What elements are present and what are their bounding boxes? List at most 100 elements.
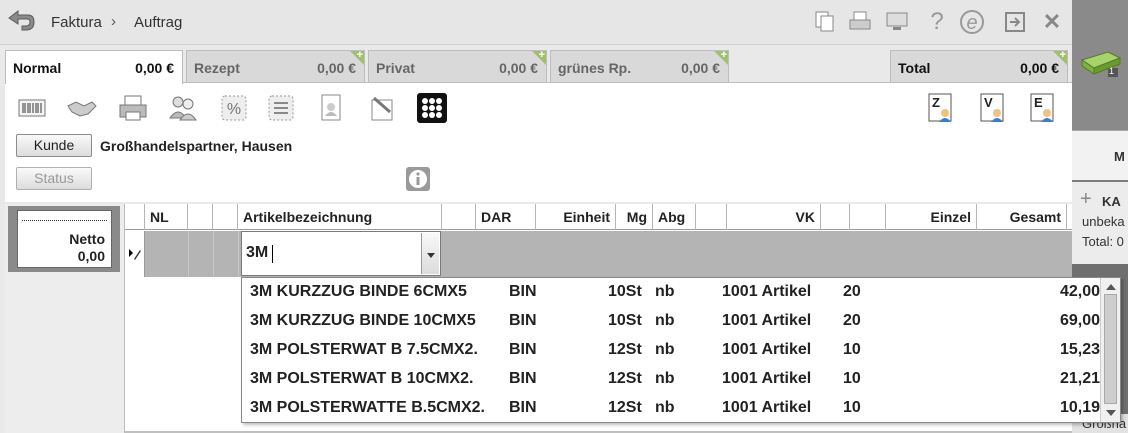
- total-label: Total: [898, 60, 931, 76]
- exit-window-icon[interactable]: [1003, 10, 1027, 34]
- register-badge: 1: [1109, 66, 1115, 76]
- status-button[interactable]: Status: [16, 167, 92, 190]
- cash-register-icon[interactable]: [1078, 42, 1124, 78]
- article-search-input[interactable]: 3M: [246, 244, 268, 262]
- back-arrow-icon[interactable]: [6, 8, 36, 34]
- side-total-text: Total: 0: [1082, 234, 1124, 249]
- z-person-icon[interactable]: Z: [925, 92, 957, 124]
- tab-value: 0,00 €: [499, 60, 538, 76]
- chevron-down-icon[interactable]: [421, 233, 439, 274]
- item-einheit: 12St: [608, 341, 642, 358]
- tab-label: Rezept: [194, 60, 240, 76]
- row-sep: [188, 231, 189, 277]
- dropdown-scrollbar[interactable]: [1100, 278, 1120, 422]
- side-panel-header: M: [1072, 130, 1128, 180]
- column-header-gesamt[interactable]: Gesamt: [977, 204, 1067, 230]
- item-dar: BIN: [509, 399, 537, 416]
- tab-plus-icon[interactable]: +: [539, 49, 545, 61]
- tab-plus-icon[interactable]: +: [1060, 49, 1066, 61]
- list-item[interactable]: 3M POLSTERWAT B 7.5CMX2. BIN 12St nb 100…: [242, 336, 1100, 365]
- document-person-icon[interactable]: [316, 92, 348, 124]
- total-tab: + Total 0,00 €: [890, 49, 1068, 82]
- pen-document-icon[interactable]: [366, 92, 398, 124]
- grid-header: NL Artikelbezeichnung DAR Einheit Mg Abg…: [125, 204, 1072, 230]
- top-bar: Faktura › Auftrag ? e ✕: [0, 0, 1072, 45]
- item-dar: BIN: [509, 370, 537, 387]
- column-header-blank3: [442, 204, 476, 230]
- column-header-artikelbezeichnung[interactable]: Artikelbezeichnung: [238, 204, 442, 230]
- copy-icon[interactable]: [813, 10, 837, 34]
- z-letter: Z: [932, 95, 940, 110]
- item-price: 15,23: [1059, 341, 1100, 358]
- item-info: 1001 Artikel: [722, 370, 812, 387]
- tab-rezept[interactable]: + Rezept 0,00 €: [186, 49, 365, 82]
- v-person-icon[interactable]: V: [977, 92, 1009, 124]
- item-info: 1001 Artikel: [722, 341, 812, 358]
- item-abg: nb: [655, 341, 675, 358]
- tab-plus-icon[interactable]: +: [721, 49, 727, 61]
- breadcrumb-separator: ›: [111, 13, 116, 30]
- item-name: 3M KURZZUG BINDE 10CMX5: [250, 312, 476, 329]
- list-item[interactable]: 3M POLSTERWAT B 10CMX2. BIN 12St nb 1001…: [242, 365, 1100, 394]
- tab-label: grünes Rp.: [558, 60, 632, 76]
- item-price: 69,00: [1059, 312, 1100, 329]
- print-icon[interactable]: [848, 10, 872, 34]
- item-price: 42,00: [1059, 283, 1100, 300]
- item-abg: nb: [655, 399, 675, 416]
- netto-label: Netto: [69, 231, 105, 247]
- tab-privat[interactable]: + Privat 0,00 €: [368, 49, 547, 82]
- item-code: 20: [843, 312, 861, 329]
- article-search-combobox[interactable]: 3M: [241, 231, 441, 276]
- printer-icon[interactable]: [117, 92, 149, 124]
- customer-name: Großhandelspartner, Hausen: [100, 138, 293, 154]
- column-header-abg[interactable]: Abg: [653, 204, 696, 230]
- monitor-icon[interactable]: [885, 10, 909, 34]
- unbekannt-text: unbeka: [1082, 214, 1125, 229]
- tab-gruenes-rp[interactable]: + grünes Rp. 0,00 €: [550, 49, 729, 82]
- column-header-einzel[interactable]: Einzel: [886, 204, 977, 230]
- netto-notepad: Netto 0,00: [17, 210, 112, 268]
- column-header-einheit[interactable]: Einheit: [536, 204, 616, 230]
- item-info: 1001 Artikel: [722, 283, 812, 300]
- netto-value: 0,00: [77, 248, 105, 264]
- customers-icon[interactable]: [167, 92, 199, 124]
- column-header-dar[interactable]: DAR: [476, 204, 536, 230]
- edition-icon[interactable]: e: [960, 10, 984, 34]
- item-dar: BIN: [509, 312, 537, 329]
- scroll-up-icon[interactable]: [1106, 284, 1116, 290]
- close-icon[interactable]: ✕: [1040, 10, 1064, 34]
- kunde-button[interactable]: Kunde: [16, 134, 92, 157]
- discount-icon[interactable]: %: [218, 92, 250, 124]
- item-price: 21,21: [1059, 370, 1100, 387]
- breadcrumb-faktura[interactable]: Faktura: [51, 14, 102, 31]
- tab-label: Privat: [376, 60, 415, 76]
- text-cursor: [272, 245, 273, 263]
- list-item[interactable]: 3M POLSTERWATTE B.5CMX2. BIN 12St nb 100…: [242, 394, 1100, 423]
- item-info: 1001 Artikel: [722, 312, 812, 329]
- notepad-spiral: [22, 213, 107, 221]
- header-marker-cell: [125, 204, 145, 230]
- column-header-nl[interactable]: NL: [145, 204, 188, 230]
- barcode-icon[interactable]: [16, 92, 48, 124]
- help-icon[interactable]: ?: [925, 10, 949, 34]
- ka-label: KA: [1102, 194, 1121, 209]
- e-person-icon[interactable]: E: [1027, 92, 1059, 124]
- item-dar: BIN: [509, 341, 537, 358]
- scroll-down-icon[interactable]: [1106, 410, 1116, 416]
- column-header-mg[interactable]: Mg: [616, 204, 653, 230]
- list-item[interactable]: 3M KURZZUG BINDE 6CMX5 BIN 10St nb 1001 …: [242, 278, 1100, 307]
- calculator-icon[interactable]: [265, 92, 297, 124]
- tab-normal[interactable]: Normal 0,00 €: [5, 50, 183, 84]
- column-header-blank5: [821, 204, 850, 230]
- scroll-thumb[interactable]: [1104, 294, 1117, 404]
- handshake-icon[interactable]: [66, 92, 98, 124]
- info-icon[interactable]: [405, 166, 431, 192]
- grid-dots-icon[interactable]: [416, 92, 448, 124]
- pencil-icon: [129, 249, 141, 260]
- list-item[interactable]: 3M KURZZUG BINDE 10CMX5 BIN 10St nb 1001…: [242, 307, 1100, 336]
- add-ka-icon[interactable]: +: [1080, 188, 1092, 211]
- row-sep: [238, 231, 239, 277]
- column-header-vk[interactable]: VK: [727, 204, 821, 230]
- article-suggestion-list: 3M KURZZUG BINDE 6CMX5 BIN 10St nb 1001 …: [241, 277, 1121, 423]
- tab-plus-icon[interactable]: +: [357, 49, 363, 61]
